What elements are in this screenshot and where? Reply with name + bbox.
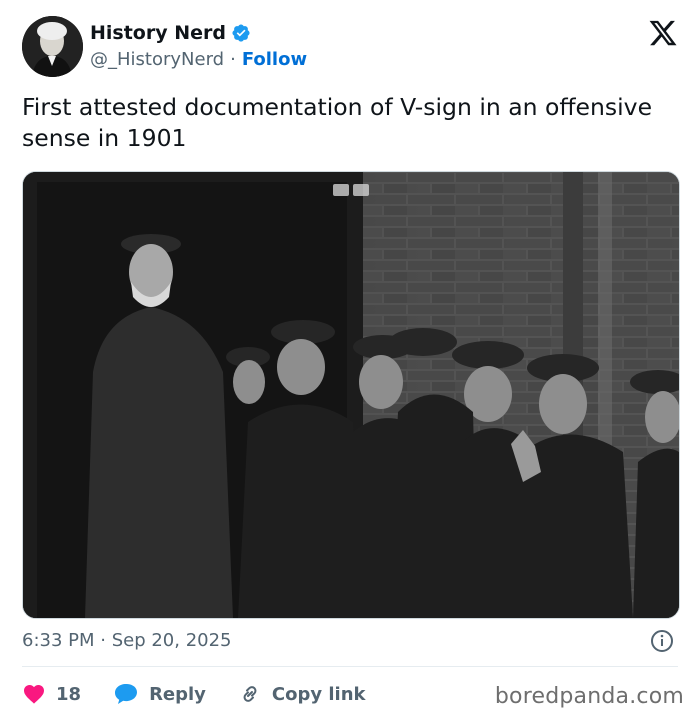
heart-icon	[24, 685, 44, 704]
name-row: History Nerd	[90, 22, 251, 44]
tweet-header: History Nerd @_HistoryNerd · Follow	[22, 16, 678, 78]
reply-bubble-icon	[115, 684, 138, 704]
follow-button[interactable]: Follow	[242, 49, 307, 70]
like-count: 18	[56, 683, 82, 705]
link-icon	[243, 686, 257, 702]
verified-badge-icon	[231, 23, 251, 43]
watermark: boredpanda.com	[494, 684, 684, 709]
tweet-text: First attested documentation of V-sign i…	[22, 93, 653, 152]
action-bar: 18 Reply Copy link	[22, 680, 398, 708]
x-logo-icon[interactable]	[648, 18, 678, 48]
handle[interactable]: @_HistoryNerd	[90, 49, 224, 70]
tweet-timestamp[interactable]: 6:33 PM · Sep 20, 2025	[22, 630, 232, 651]
handle-row: @_HistoryNerd · Follow	[90, 49, 307, 70]
display-name[interactable]: History Nerd	[90, 22, 226, 44]
reply-button[interactable]: Reply	[113, 682, 206, 706]
reply-label: Reply	[149, 683, 206, 705]
separator: ·	[230, 49, 236, 70]
info-icon[interactable]	[650, 629, 674, 653]
copy-link-label: Copy link	[271, 683, 366, 705]
tweet-media-image[interactable]	[22, 171, 680, 619]
like-button[interactable]: 18	[22, 682, 81, 706]
divider	[22, 666, 678, 667]
avatar[interactable]	[22, 16, 83, 77]
copy-link-button[interactable]: Copy link	[238, 682, 366, 706]
